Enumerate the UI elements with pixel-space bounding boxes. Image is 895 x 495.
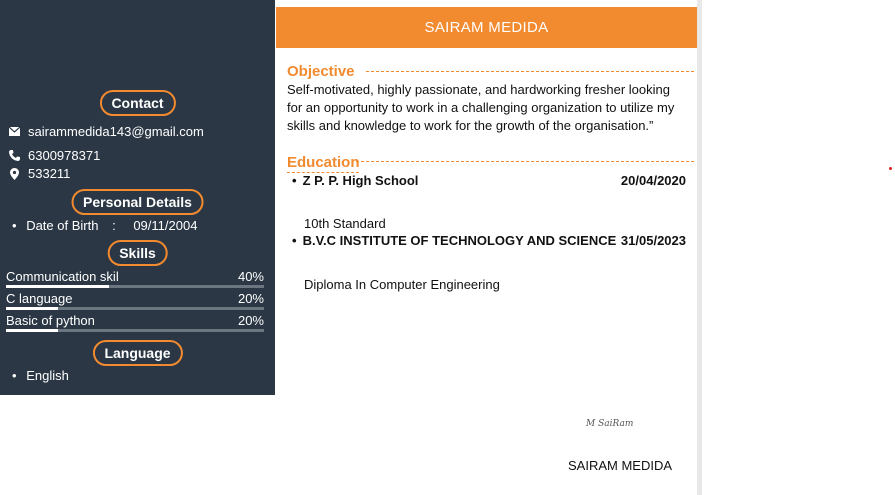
skills-heading: Skills bbox=[107, 240, 168, 266]
skill-bar-fill bbox=[6, 285, 110, 288]
page-edge bbox=[697, 0, 702, 495]
envelope-icon bbox=[8, 126, 20, 138]
education-heading: Education bbox=[287, 154, 360, 171]
handwritten-signature: M SaiRam bbox=[586, 419, 634, 429]
phone-text: 6300978371 bbox=[28, 148, 101, 163]
skill-percent: 40% bbox=[237, 269, 264, 284]
language-heading: Language bbox=[92, 340, 183, 366]
education-detail: Diploma In Computer Engineering bbox=[304, 277, 500, 292]
red-dot-marker bbox=[889, 167, 892, 170]
education-detail: 10th Standard bbox=[304, 216, 386, 231]
skill-item: Basic of python 20% bbox=[6, 313, 264, 332]
section-divider bbox=[366, 71, 694, 72]
contact-heading: Contact bbox=[99, 90, 176, 116]
location-pin-icon bbox=[8, 167, 20, 180]
phone-icon bbox=[8, 150, 20, 162]
resume-name: SAIRAM MEDIDA bbox=[424, 19, 549, 36]
bullet: • bbox=[12, 218, 17, 233]
language-item: • English bbox=[12, 368, 69, 383]
skill-bar-fill bbox=[6, 329, 58, 332]
bullet: • bbox=[292, 173, 297, 188]
skill-bar-fill bbox=[6, 307, 58, 310]
dob-label: Date of Birth bbox=[26, 218, 99, 233]
education-date: 31/05/2023 bbox=[620, 233, 686, 248]
school-name: B.V.C INSTITUTE OF TECHNOLOGY AND SCIENC… bbox=[302, 233, 617, 248]
pincode-text: 533211 bbox=[28, 166, 71, 181]
email-text: sairammedida143@gmail.com bbox=[28, 124, 204, 139]
skill-name: C language bbox=[6, 291, 73, 306]
skill-bar bbox=[6, 285, 264, 288]
education-date: 20/04/2020 bbox=[620, 173, 686, 188]
education-item: • B.V.C INSTITUTE OF TECHNOLOGY AND SCIEN… bbox=[292, 233, 686, 248]
bullet: • bbox=[292, 233, 297, 248]
dob-row: • Date of Birth : 09/11/2004 bbox=[12, 218, 197, 233]
skill-percent: 20% bbox=[237, 313, 264, 328]
email-row: sairammedida143@gmail.com bbox=[8, 124, 204, 139]
school-name: Z P. P. High School bbox=[302, 173, 419, 188]
language-text: English bbox=[26, 368, 69, 383]
skill-item: C language 20% bbox=[6, 291, 264, 310]
sidebar: Contact sairammedida143@gmail.com 630097… bbox=[0, 0, 275, 395]
skill-name: Communication skil bbox=[6, 269, 119, 284]
skill-bar bbox=[6, 329, 264, 332]
pincode-row: 533211 bbox=[8, 166, 70, 181]
personal-details-heading: Personal Details bbox=[71, 189, 204, 215]
name-header: SAIRAM MEDIDA bbox=[276, 7, 697, 48]
skill-bar bbox=[6, 307, 264, 310]
skill-item: Communication skil 40% bbox=[6, 269, 264, 288]
phone-row: 6300978371 bbox=[8, 148, 100, 163]
objective-heading: Objective bbox=[287, 63, 355, 80]
dob-value: 09/11/2004 bbox=[133, 218, 198, 233]
signature-name: SAIRAM MEDIDA bbox=[568, 458, 673, 473]
bullet: • bbox=[12, 368, 17, 383]
objective-text: Self-motivated, highly passionate, and h… bbox=[287, 82, 675, 133]
dob-separator: : bbox=[112, 218, 116, 233]
skill-percent: 20% bbox=[237, 291, 264, 306]
section-divider bbox=[356, 161, 694, 162]
education-item: • Z P. P. High School 20/04/2020 bbox=[292, 173, 686, 188]
skill-name: Basic of python bbox=[6, 313, 95, 328]
